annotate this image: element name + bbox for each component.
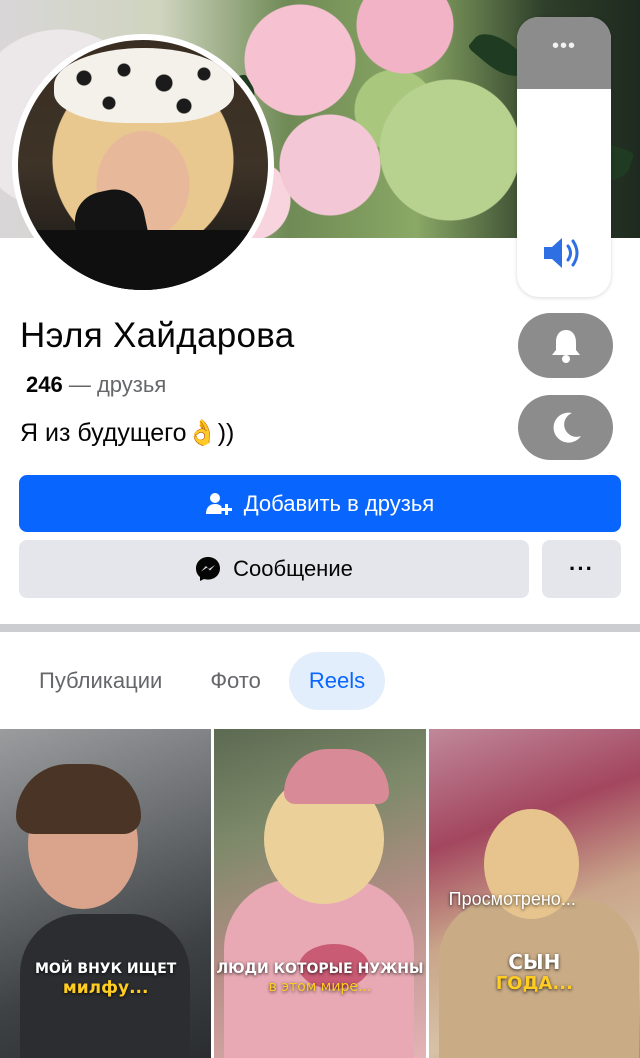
friends-label: — друзья <box>68 372 167 397</box>
reel-item[interactable]: МОЙ ВНУК ИЩЕТ милфу... <box>0 729 212 1058</box>
reel-caption-line1: ЛЮДИ КОТОРЫЕ НУЖНЫ <box>216 961 424 977</box>
tab-photos[interactable]: Фото <box>190 652 281 710</box>
friends-count: 246 <box>26 372 63 397</box>
avatar-hat <box>54 48 234 123</box>
avatar-photo <box>18 40 268 290</box>
profile-name: Нэля Хайдарова <box>20 316 295 355</box>
tab-reels[interactable]: Reels <box>288 652 386 710</box>
reel-figure <box>16 764 141 834</box>
reels-grid: МОЙ ВНУК ИЩЕТ милфу... ЛЮДИ КОТОРЫЕ НУЖН… <box>0 729 640 1058</box>
avatar-coat <box>18 230 268 290</box>
reel-views-overlay: Просмотрено... <box>448 889 576 909</box>
friends-count-line[interactable]: 246 — друзья <box>26 372 166 398</box>
more-actions-button[interactable]: ··· <box>542 540 621 598</box>
section-divider <box>0 624 640 632</box>
person-add-icon <box>205 492 232 515</box>
more-dots-icon: ··· <box>569 556 594 581</box>
message-label: Сообщение <box>233 556 353 581</box>
messenger-icon <box>196 557 221 581</box>
add-friend-button[interactable]: Добавить в друзья <box>19 475 621 532</box>
reel-item[interactable]: ЛЮДИ КОТОРЫЕ НУЖНЫ в этом мире... <box>214 729 426 1058</box>
add-friend-label: Добавить в друзья <box>243 490 435 516</box>
profile-bio: Я из будущего👌)) <box>20 419 235 447</box>
reel-caption-line1: СЫН <box>508 950 561 974</box>
dark-mode-toggle[interactable] <box>518 395 613 460</box>
profile-avatar[interactable] <box>12 34 274 296</box>
reel-caption-line1: МОЙ ВНУК ИЩЕТ <box>35 961 177 977</box>
volume-panel[interactable]: ••• <box>517 17 611 297</box>
message-button[interactable]: Сообщение <box>19 540 529 598</box>
speaker-icon[interactable] <box>542 235 586 271</box>
reel-item[interactable]: Просмотрено... СЫН ГОДА... <box>428 729 640 1058</box>
notification-toggle[interactable] <box>518 313 613 378</box>
volume-top: ••• <box>517 17 611 89</box>
tab-publications[interactable]: Публикации <box>19 652 182 710</box>
bell-icon <box>551 329 580 363</box>
profile-tabs: Публикации Фото Reels <box>19 652 386 710</box>
moon-icon <box>553 412 581 443</box>
reel-figure <box>284 749 390 804</box>
reel-caption-line2: милфу... <box>62 978 149 998</box>
reel-caption-line2: в этом мире... <box>268 979 372 995</box>
reel-caption-line2: ГОДА... <box>495 973 573 994</box>
more-dots-icon[interactable]: ••• <box>552 36 576 89</box>
